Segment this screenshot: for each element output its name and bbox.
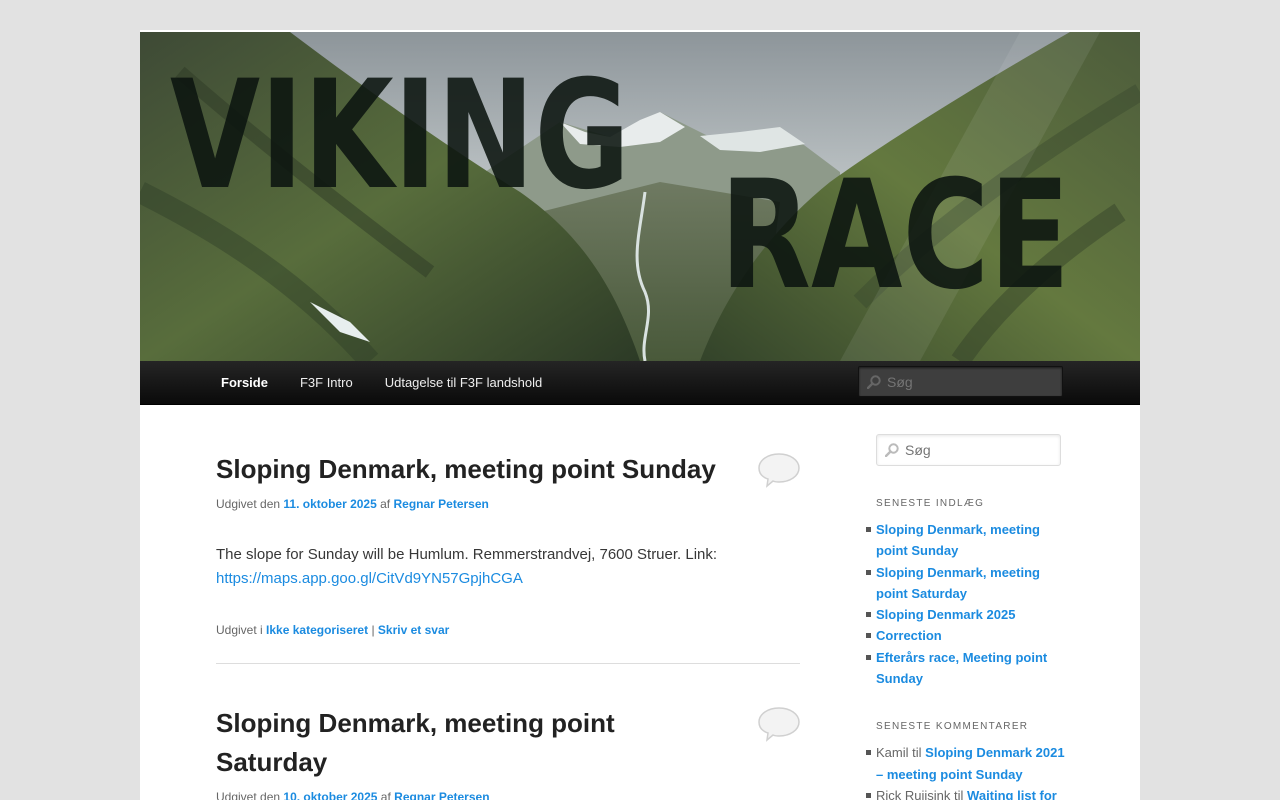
reply-link[interactable]: Skriv et svar	[378, 623, 449, 637]
post-article: Sloping Denmark, meeting point Sunday Ud…	[216, 406, 800, 664]
recent-posts-widget: SENESTE INDLÆG Sloping Denmark, meeting …	[866, 498, 1066, 690]
sidebar-search-input[interactable]	[901, 435, 1059, 465]
header-banner-image[interactable]: VIKING RACE	[140, 32, 1140, 361]
list-item: Correction	[866, 625, 1066, 646]
recent-comments-title: SENESTE KOMMENTARER	[876, 721, 1029, 733]
comment-connector: til	[912, 745, 922, 761]
post-body: The slope for Sunday will be Humlum. Rem…	[216, 543, 800, 591]
nav-link-f3f-intro[interactable]: F3F Intro	[284, 361, 369, 404]
banner-mountain-illustration: VIKING RACE	[140, 32, 1140, 361]
post-title: Sloping Denmark, meeting point Saturday	[216, 704, 726, 782]
header-search-input[interactable]	[881, 367, 1068, 396]
category-link[interactable]: Ikke kategoriseret	[266, 623, 368, 637]
nav-link-udtagelse[interactable]: Udtagelse til F3F landshold	[369, 361, 559, 404]
search-icon	[867, 375, 881, 389]
post-body-link[interactable]: https://maps.app.goo.gl/CitVd9YN57GpjhCG…	[216, 570, 523, 587]
meta-by: af	[380, 790, 391, 800]
recent-posts-title: SENESTE INDLÆG	[876, 498, 985, 509]
svg-text:RACE: RACE	[720, 149, 1070, 323]
post-title-link[interactable]: Sloping Denmark, meeting point Saturday	[216, 708, 615, 777]
footer-prefix: Udgivet i	[216, 623, 263, 637]
post-date-link[interactable]: 10. oktober 2025	[283, 790, 377, 800]
page: VIKING RACE Forside F3F Intro Udtagelse …	[140, 30, 1140, 800]
comment-bubble-icon[interactable]	[757, 452, 801, 488]
post-author-link[interactable]: Regnar Petersen	[393, 497, 488, 511]
recent-post-link[interactable]: Correction	[876, 628, 942, 643]
post-date-link[interactable]: 11. oktober 2025	[283, 497, 376, 511]
meta-prefix: Udgivet den	[216, 497, 281, 511]
post-footer: Udgivet i Ikke kategoriseret | Skriv et …	[216, 623, 800, 637]
footer-separator: |	[371, 623, 375, 637]
post-title: Sloping Denmark, meeting point Sunday	[216, 450, 726, 489]
comment-bubble-icon[interactable]	[757, 706, 801, 742]
list-item: Efterårs race, Meeting point Sunday	[866, 647, 1066, 690]
post-author-link[interactable]: Regnar Petersen	[394, 790, 489, 800]
search-icon	[885, 443, 899, 457]
comment-author: Kamil	[876, 745, 909, 761]
recent-comments-list: Kamil til Sloping Denmark 2021 – meeting…	[866, 742, 1066, 800]
post-title-link[interactable]: Sloping Denmark, meeting point Sunday	[216, 454, 716, 484]
post-meta: Udgivet den 10. oktober 2025 af Regnar P…	[216, 790, 800, 800]
post-body-text: The slope for Sunday will be Humlum. Rem…	[216, 546, 718, 563]
sidebar: SENESTE INDLÆG Sloping Denmark, meeting …	[866, 405, 1066, 800]
nav-item-udtagelse[interactable]: Udtagelse til F3F landshold	[369, 361, 559, 404]
meta-by: af	[380, 497, 391, 511]
recent-comments-widget: SENESTE KOMMENTARER Kamil til Sloping De…	[866, 721, 1066, 800]
sidebar-search-form	[876, 434, 1061, 466]
nav-item-forside[interactable]: Forside	[205, 361, 284, 404]
comment-author: Rick Ruijsink	[876, 787, 951, 800]
list-item: Kamil til Sloping Denmark 2021 – meeting…	[866, 742, 1066, 785]
comment-connector: til	[954, 787, 964, 800]
recent-post-link[interactable]: Efterårs race, Meeting point Sunday	[876, 650, 1047, 686]
list-item: Sloping Denmark 2025	[866, 604, 1066, 625]
meta-prefix: Udgivet den	[216, 790, 281, 800]
list-item: Sloping Denmark, meeting point Saturday	[866, 562, 1066, 605]
post-meta: Udgivet den 11. oktober 2025 af Regnar P…	[216, 497, 800, 511]
comment-post-link[interactable]: Waiting list for	[967, 788, 1057, 800]
header-search-form	[858, 366, 1068, 397]
list-item: Sloping Denmark, meeting point Sunday	[866, 519, 1066, 562]
recent-posts-list: Sloping Denmark, meeting point Sunday Sl…	[866, 519, 1066, 690]
svg-text:VIKING: VIKING	[170, 49, 630, 223]
nav-item-f3f-intro[interactable]: F3F Intro	[284, 361, 369, 404]
post-article: Sloping Denmark, meeting point Saturday …	[216, 664, 800, 800]
recent-post-link[interactable]: Sloping Denmark, meeting point Saturday	[876, 565, 1040, 601]
nav-link-forside[interactable]: Forside	[205, 361, 284, 404]
main-navigation: Forside F3F Intro Udtagelse til F3F land…	[140, 361, 1140, 405]
main-content: Sloping Denmark, meeting point Sunday Ud…	[216, 406, 800, 800]
list-item: Rick Ruijsink til Waiting list for	[866, 785, 1066, 800]
recent-post-link[interactable]: Sloping Denmark 2025	[876, 607, 1015, 622]
recent-post-link[interactable]: Sloping Denmark, meeting point Sunday	[876, 522, 1040, 558]
